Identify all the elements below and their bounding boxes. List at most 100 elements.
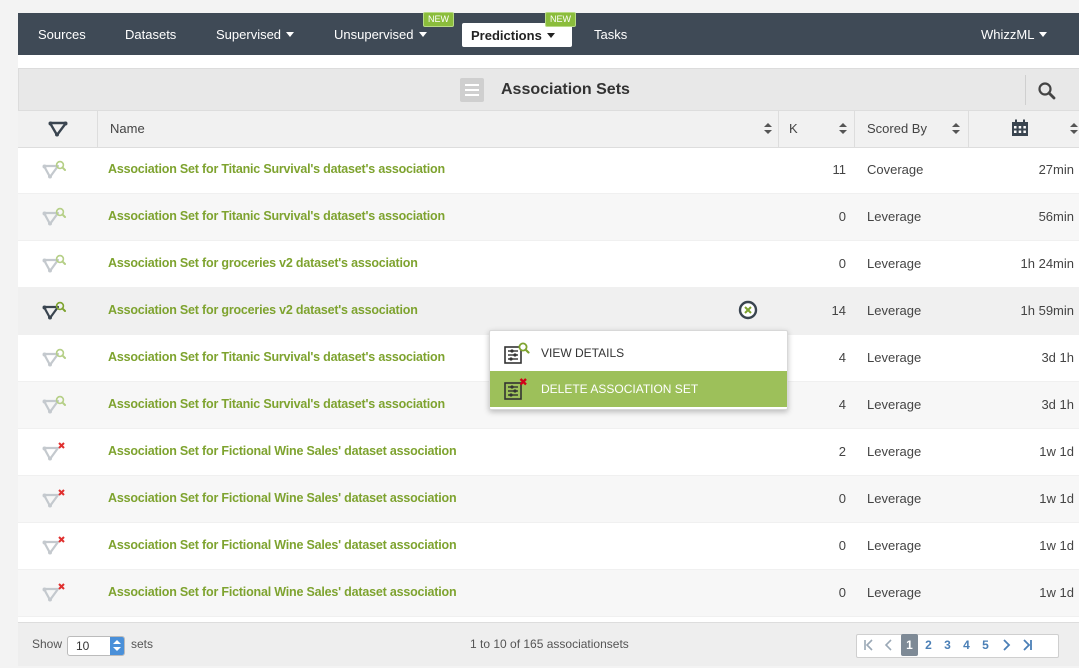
association-set-name-link[interactable]: Association Set for Fictional Wine Sales… <box>108 570 457 614</box>
table-header: Name K Scored By <box>18 110 1079 148</box>
age-value: 1w 1d <box>1039 538 1074 553</box>
nav-sources[interactable]: Sources <box>38 13 86 55</box>
page-size-value: 10 <box>76 639 90 653</box>
k-value: 0 <box>838 209 846 224</box>
page-2-button[interactable]: 2 <box>920 634 937 656</box>
view-details-icon <box>504 342 530 364</box>
view-details-menu-item[interactable]: VIEW DETAILS <box>490 335 787 371</box>
last-page-button[interactable] <box>1018 634 1036 656</box>
nav-unsupervised-label: Unsupervised <box>334 27 414 42</box>
divider <box>97 111 98 147</box>
next-page-button[interactable] <box>997 634 1015 656</box>
age-value: 3d 1h <box>1041 397 1074 412</box>
association-type-icon <box>48 121 68 137</box>
chevron-down-icon <box>286 32 295 38</box>
column-k: K <box>789 121 798 136</box>
table-footer: Show 10 sets 1 to 10 of 165 associations… <box>18 622 1079 666</box>
page-size-select[interactable]: 10 <box>67 636 125 656</box>
context-menu: VIEW DETAILS DELETE ASSOCIATION SET <box>489 330 788 410</box>
nav-unsupervised[interactable]: Unsupervised <box>334 13 427 55</box>
association-set-name-link[interactable]: Association Set for Fictional Wine Sales… <box>108 476 457 520</box>
association-set-error-icon <box>42 489 65 508</box>
k-value: 11 <box>832 162 847 177</box>
k-value: 14 <box>831 303 846 318</box>
association-set-error-icon <box>42 536 65 555</box>
sort-k-icon[interactable] <box>839 123 847 135</box>
scored-by-value: Leverage <box>867 491 922 506</box>
association-set-icon <box>42 301 66 320</box>
association-set-icon <box>42 160 66 179</box>
age-value: 3d 1h <box>1041 350 1074 365</box>
association-set-error-icon <box>42 583 65 602</box>
association-set-icon <box>42 254 66 273</box>
k-value: 0 <box>838 491 846 506</box>
close-menu-icon[interactable] <box>738 300 758 320</box>
age-value: 27min <box>1038 162 1074 177</box>
association-set-name-link[interactable]: Association Set for groceries v2 dataset… <box>108 288 418 332</box>
association-set-name-link[interactable]: Association Set for Titanic Survival's d… <box>108 194 445 238</box>
chevron-down-icon <box>418 32 427 38</box>
chevron-right-icon <box>1003 639 1011 651</box>
prev-page-button[interactable] <box>880 634 898 656</box>
chevron-left-icon <box>884 639 892 651</box>
user-menu[interactable]: WhizzML <box>981 13 1048 55</box>
table-row[interactable]: Association Set for groceries v2 dataset… <box>18 241 1079 288</box>
divider <box>778 111 779 147</box>
column-name: Name <box>110 121 145 136</box>
nav-datasets-label: Datasets <box>125 27 177 42</box>
new-badge: NEW <box>545 12 576 27</box>
delete-association-set-menu-item[interactable]: DELETE ASSOCIATION SET <box>490 371 787 407</box>
nav-tasks[interactable]: Tasks <box>594 13 627 55</box>
age-value: 56min <box>1038 209 1074 224</box>
user-menu-label: WhizzML <box>981 27 1035 42</box>
nav-datasets[interactable]: Datasets <box>125 13 176 55</box>
app-window: Sources Datasets Supervised Unsupervised… <box>18 12 1079 666</box>
page-1-button[interactable]: 1 <box>901 634 918 656</box>
search-button[interactable] <box>1035 79 1059 103</box>
association-set-name-link[interactable]: Association Set for groceries v2 dataset… <box>108 241 418 285</box>
nav-sources-label: Sources <box>38 27 86 42</box>
sort-scored-by-icon[interactable] <box>952 123 960 135</box>
scored-by-value: Coverage <box>867 162 924 177</box>
spinner-icon <box>110 637 124 655</box>
panel-header: Association Sets <box>18 68 1079 111</box>
k-value: 0 <box>838 585 846 600</box>
page-5-button[interactable]: 5 <box>977 634 994 656</box>
association-set-name-link[interactable]: Association Set for Titanic Survival's d… <box>108 335 445 379</box>
page-4-button[interactable]: 4 <box>958 634 975 656</box>
scored-by-value: Leverage <box>867 256 922 271</box>
table-row[interactable]: Association Set for Titanic Survival's d… <box>18 194 1079 241</box>
age-value: 1w 1d <box>1039 585 1074 600</box>
first-page-icon <box>864 639 873 651</box>
nav-supervised[interactable]: Supervised <box>216 13 295 55</box>
table-row[interactable]: Association Set for Fictional Wine Sales… <box>18 523 1079 570</box>
calendar-icon <box>1012 119 1028 136</box>
table-row[interactable]: Association Set for groceries v2 dataset… <box>18 288 1079 335</box>
table-row[interactable]: Association Set for Fictional Wine Sales… <box>18 570 1079 617</box>
k-value: 4 <box>838 350 846 365</box>
association-set-name-link[interactable]: Association Set for Fictional Wine Sales… <box>108 523 457 567</box>
new-badge: NEW <box>423 12 454 27</box>
view-details-label: VIEW DETAILS <box>541 346 625 360</box>
first-page-button[interactable] <box>860 634 878 656</box>
table-row[interactable]: Association Set for Fictional Wine Sales… <box>18 429 1079 476</box>
table-row[interactable]: Association Set for Titanic Survival's d… <box>18 147 1079 194</box>
divider <box>1025 75 1026 105</box>
association-set-name-link[interactable]: Association Set for Fictional Wine Sales… <box>108 429 457 473</box>
association-set-name-link[interactable]: Association Set for Titanic Survival's d… <box>108 382 445 426</box>
k-value: 0 <box>838 538 846 553</box>
table-row[interactable]: Association Set for Fictional Wine Sales… <box>18 476 1079 523</box>
page-3-button[interactable]: 3 <box>939 634 956 656</box>
page-title: Association Sets <box>501 81 630 98</box>
scored-by-value: Leverage <box>867 397 922 412</box>
divider <box>968 111 969 147</box>
delete-icon <box>504 378 527 400</box>
last-page-icon <box>1023 639 1032 651</box>
chevron-down-icon <box>546 33 555 39</box>
divider <box>854 111 855 147</box>
association-set-name-link[interactable]: Association Set for Titanic Survival's d… <box>108 147 445 191</box>
sort-age-icon[interactable] <box>1070 123 1078 135</box>
sort-name-icon[interactable] <box>764 123 772 135</box>
nav-tasks-label: Tasks <box>594 27 628 42</box>
k-value: 2 <box>838 444 846 459</box>
